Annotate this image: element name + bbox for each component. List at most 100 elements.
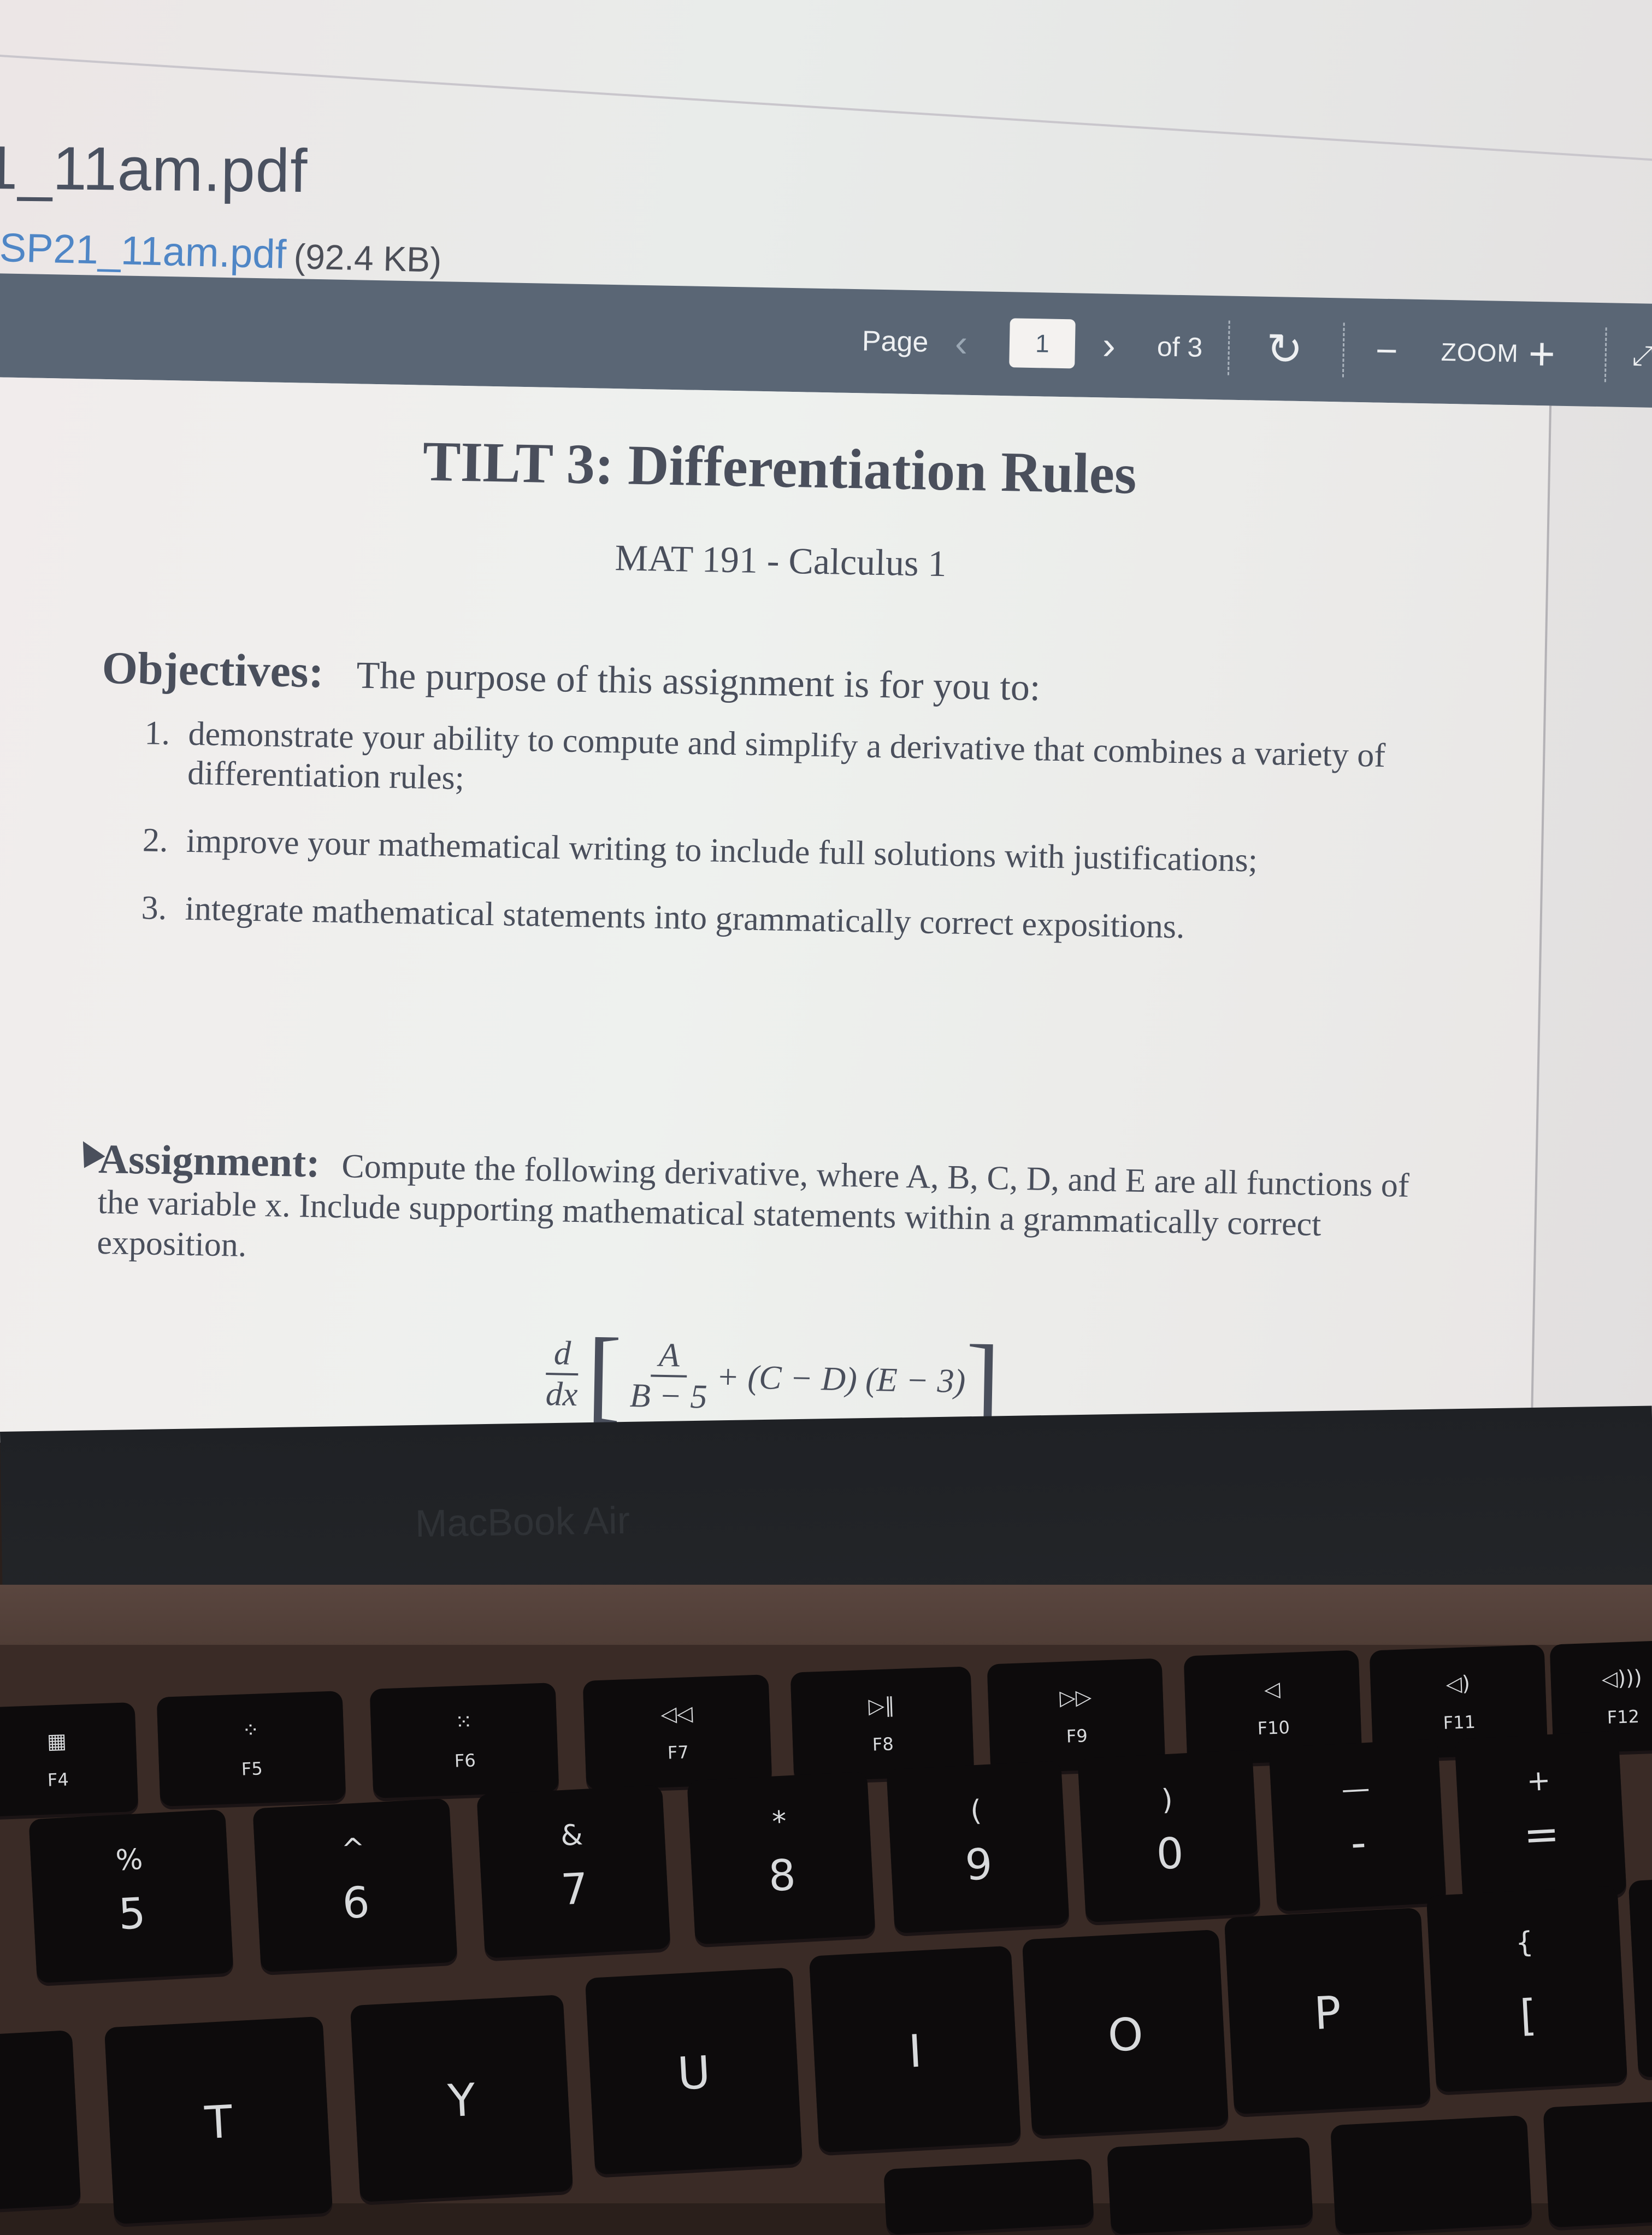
- key-f5[interactable]: ⁘ F5: [156, 1691, 346, 1807]
- key-7[interactable]: & 7: [476, 1785, 671, 1958]
- key-equals[interactable]: + =: [1454, 1731, 1627, 1903]
- toolbar-divider: [1342, 322, 1345, 378]
- fraction: AB − 5: [629, 1336, 708, 1417]
- screen-bezel: [0, 1405, 1652, 1612]
- key-6[interactable]: ^ 6: [252, 1798, 458, 1973]
- objectives-heading: Objectives: The purpose of this assignmen…: [102, 642, 1041, 711]
- page-count: of 3: [1157, 331, 1203, 363]
- list-item-number: 2.: [142, 821, 169, 860]
- key-label: -: [1349, 1818, 1368, 1868]
- file-size: (92.4 KB): [293, 237, 442, 280]
- key-label: 5: [117, 1889, 147, 1940]
- key-f6[interactable]: ⁙ F6: [369, 1683, 559, 1798]
- launchpad-icon: ▦: [46, 1728, 67, 1754]
- list-item-text: demonstrate your ability to compute and …: [187, 715, 1386, 797]
- key-r[interactable]: [0, 2030, 81, 2211]
- chevron-right-icon[interactable]: ›: [1101, 293, 1116, 397]
- key-label: F8: [872, 1733, 894, 1755]
- key-p[interactable]: P: [1224, 1907, 1431, 2115]
- zoom-label: ZOOM: [1441, 337, 1519, 368]
- volume-up-icon: ◁))): [1601, 1665, 1643, 1691]
- key-8[interactable]: * 8: [687, 1771, 876, 1945]
- fullscreen-icon[interactable]: ⤢: [1631, 303, 1652, 408]
- key-shift-label: (: [969, 1794, 983, 1828]
- zoom-in-icon[interactable]: +: [1527, 302, 1556, 406]
- objectives-list: 1. demonstrate your ability to compute an…: [140, 713, 1412, 979]
- keyboard-brightness-down-icon: ⁘: [241, 1718, 260, 1743]
- operator-numerator: d: [546, 1334, 579, 1376]
- key-minus[interactable]: — -: [1268, 1739, 1447, 1911]
- key-label: 7: [559, 1864, 589, 1915]
- key-u[interactable]: U: [585, 1967, 803, 2175]
- key-y[interactable]: Y: [350, 1995, 574, 2202]
- list-item-text: improve your mathematical writing to inc…: [186, 822, 1258, 879]
- key-shift-label: +: [1526, 1763, 1551, 1798]
- key-shift-label: ): [1160, 1783, 1174, 1817]
- fraction-numerator: A: [651, 1336, 688, 1378]
- key-label: =: [1522, 1809, 1561, 1861]
- objectives-label: Objectives:: [101, 642, 324, 698]
- brand-label: MacBook Air: [415, 1498, 630, 1545]
- key-label: 8: [767, 1850, 797, 1902]
- key-5[interactable]: % 5: [28, 1809, 234, 1984]
- key-label: T: [203, 2096, 234, 2150]
- key-f4[interactable]: ▦ F4: [0, 1702, 139, 1817]
- page-label: Page: [862, 325, 929, 358]
- key-f7[interactable]: ◁◁ F7: [582, 1674, 772, 1790]
- key-semicolon[interactable]: [1330, 2115, 1532, 2235]
- key-label: Y: [446, 2074, 477, 2128]
- key-shift-label: *: [771, 1805, 788, 1839]
- key-shift-label: ^: [340, 1832, 366, 1867]
- key-shift-label: %: [115, 1843, 144, 1878]
- formula-rest: + (C − D) (E − 3): [716, 1358, 966, 1400]
- key-0[interactable]: ) 0: [1077, 1749, 1261, 1923]
- mute-icon: ◁: [1264, 1677, 1281, 1702]
- objectives-intro: The purpose of this assignment is for yo…: [356, 654, 1041, 709]
- key-label: F9: [1066, 1725, 1088, 1747]
- key-label: F11: [1443, 1711, 1476, 1733]
- key-label: U: [676, 2046, 712, 2101]
- key-label: F7: [667, 1742, 689, 1763]
- key-quote[interactable]: [1543, 2100, 1652, 2228]
- file-download-row: SP21_11am.pdf (92.4 KB): [0, 224, 442, 281]
- pdf-page: TILT 3: Differentiation Rules MAT 191 - …: [0, 377, 1552, 1443]
- key-k[interactable]: [883, 2158, 1094, 2235]
- toolbar-divider: [1227, 320, 1230, 375]
- list-item: 3. integrate mathematical statements into…: [141, 888, 1409, 951]
- fast-forward-icon: ▷▷: [1059, 1685, 1092, 1710]
- key-f8[interactable]: ▷∥ F8: [790, 1666, 975, 1782]
- key-l[interactable]: [1107, 2137, 1313, 2235]
- key-label: F10: [1257, 1716, 1290, 1739]
- file-download-link[interactable]: SP21_11am.pdf: [0, 225, 287, 277]
- key-label: F12: [1607, 1705, 1640, 1728]
- key-shift-label: {: [1514, 1926, 1535, 1960]
- key-label: P: [1313, 1986, 1343, 2040]
- key-i[interactable]: I: [809, 1945, 1022, 2153]
- page-number-input[interactable]: 1: [1009, 318, 1076, 369]
- rotate-icon[interactable]: ↻: [1265, 297, 1304, 401]
- document-subtitle: MAT 191 - Calculus 1: [614, 537, 947, 585]
- chevron-left-icon[interactable]: ‹: [954, 291, 969, 395]
- key-bracket-left[interactable]: {[: [1426, 1886, 1628, 2092]
- file-heading: 1_11am.pdf: [0, 133, 308, 205]
- fraction-denominator: B − 5: [629, 1377, 708, 1416]
- list-item: 1. demonstrate your ability to compute an…: [144, 713, 1412, 815]
- key-t[interactable]: T: [104, 2016, 333, 2225]
- play-pause-icon: ▷∥: [868, 1693, 895, 1718]
- zoom-out-icon[interactable]: −: [1374, 299, 1399, 403]
- list-item-number: 3.: [141, 889, 167, 927]
- key-shift-label: —: [1341, 1772, 1371, 1807]
- key-label: [: [1518, 1990, 1538, 2041]
- key-9[interactable]: (9: [886, 1760, 1070, 1934]
- key-o[interactable]: O: [1022, 1929, 1229, 2137]
- keyboard-brightness-up-icon: ⁙: [455, 1709, 473, 1734]
- key-label: 0: [1155, 1828, 1185, 1880]
- laptop-screen: 1_11am.pdf SP21_11am.pdf (92.4 KB) Page ‹…: [0, 0, 1652, 1443]
- pdf-viewer: Page ‹ 1 › of 3 ↻ − ZOOM + ⤢ TILT 3: Dif…: [0, 273, 1652, 1443]
- rewind-icon: ◁◁: [660, 1701, 693, 1727]
- operator-denominator: dx: [545, 1375, 578, 1414]
- volume-down-icon: ◁): [1446, 1671, 1471, 1696]
- derivative-operator: d dx: [545, 1334, 579, 1414]
- key-label: F6: [454, 1750, 476, 1772]
- toolbar-divider: [1604, 327, 1607, 383]
